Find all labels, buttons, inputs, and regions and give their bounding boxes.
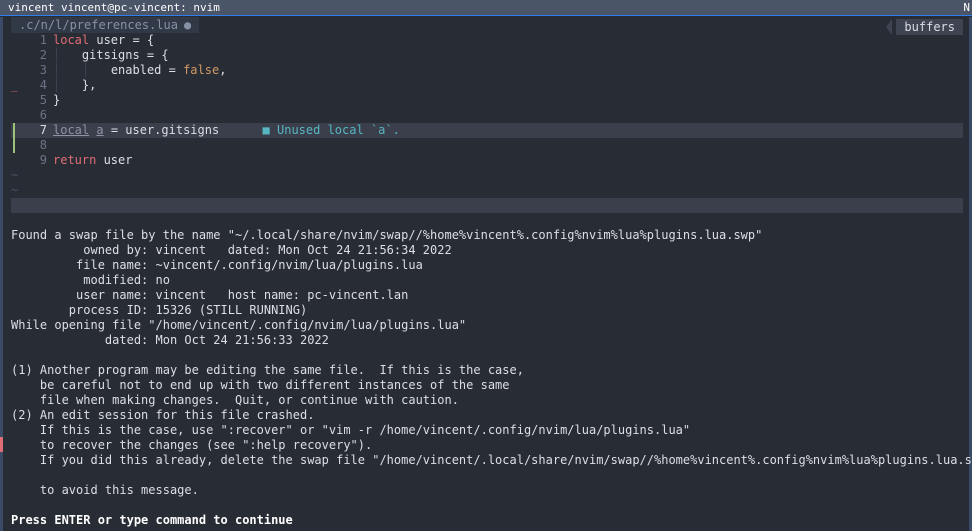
code-text: │ }, [53, 78, 97, 92]
message-line: (2) An edit session for this file crashe… [11, 408, 315, 422]
window-title-right-mark: N [963, 1, 970, 14]
statusline [11, 198, 963, 213]
message-line [11, 498, 966, 513]
tab-separator-icon [191, 17, 197, 33]
git-added-sign-icon [13, 138, 23, 153]
code-text: } [53, 93, 61, 107]
code-line[interactable]: 9 return user [11, 153, 963, 168]
line-number: 7 [39, 123, 47, 137]
git-added-sign-icon [13, 123, 23, 138]
message-line: modified: no [11, 273, 170, 287]
message-line: file name: ~vincent/.config/nvim/lua/plu… [11, 258, 423, 272]
message-line: to avoid this message. [11, 483, 199, 497]
code-text: │ gitsigns = { [53, 48, 169, 62]
code-line-current[interactable]: 7 local a = user.gitsigns ■ Unused local… [11, 123, 963, 138]
line-number: 9 [39, 153, 47, 167]
line-number: 2 [39, 48, 47, 62]
window-left-border [0, 17, 3, 531]
code-text: local user = { [53, 33, 155, 47]
diagnostic-message: ■ Unused local `a`. [262, 123, 400, 137]
line-number: 1 [39, 33, 47, 47]
message-line: dated: Mon Oct 24 21:56:33 2022 [11, 333, 329, 347]
message-line: to recover the changes (see ":help recov… [11, 438, 373, 452]
message-line: If you did this already, delete the swap… [11, 453, 972, 467]
code-line[interactable]: 6 [11, 108, 963, 123]
message-line [11, 348, 966, 363]
code-line[interactable]: 5 } [11, 93, 963, 108]
code-line[interactable]: 2 │ gitsigns = { [11, 48, 963, 63]
code-text: local a = user.gitsigns ■ Unused local `… [53, 123, 400, 137]
tab-file-name: .c/n/l/preferences.lua [19, 18, 178, 32]
window-titlebar: vincent vincent@pc-vincent: nvim N [0, 0, 972, 16]
tabline: .c/n/l/preferences.lua ● buffers [11, 17, 963, 35]
line-number: 5 [39, 93, 47, 107]
window-title: vincent vincent@pc-vincent: nvim [8, 1, 220, 14]
message-line: be careful not to end up with two differ… [11, 378, 510, 392]
empty-line-tilde: ~ [11, 168, 963, 183]
tab-current-file[interactable]: .c/n/l/preferences.lua ● [11, 17, 200, 33]
line-number: 6 [39, 108, 47, 122]
message-line: While opening file "/home/vincent/.confi… [11, 318, 467, 332]
code-line[interactable]: _ 4 │ }, [11, 78, 963, 93]
code-text: │ │ enabled = false, [53, 63, 227, 77]
message-line: file when making changes. Quit, or conti… [11, 393, 459, 407]
message-line [11, 468, 966, 483]
continue-prompt[interactable]: Press ENTER or type command to continue [11, 513, 966, 528]
line-number: 3 [39, 63, 47, 77]
git-changed-sign-icon: _ [11, 79, 18, 92]
error-marker-icon [0, 437, 3, 452]
message-line: user name: vincent host name: pc-vincent… [11, 288, 409, 302]
editor-buffer[interactable]: 1 local user = { 2 │ gitsigns = { 3 │ │ … [11, 33, 963, 198]
empty-line-tilde: ~ [11, 183, 963, 198]
message-line: If this is the case, use ":recover" or "… [11, 423, 691, 437]
line-number: 4 [39, 78, 47, 92]
message-line: (1) Another program may be editing the s… [11, 363, 524, 377]
code-text: return user [53, 153, 133, 167]
code-line[interactable]: 1 local user = { [11, 33, 963, 48]
code-line[interactable]: 3 │ │ enabled = false, [11, 63, 963, 78]
message-line: process ID: 15326 (STILL RUNNING) [11, 303, 308, 317]
code-line[interactable]: 8 [11, 138, 963, 153]
line-number: 8 [39, 138, 47, 152]
swap-file-message: Found a swap file by the name "~/.local/… [11, 228, 972, 528]
message-line: Found a swap file by the name "~/.local/… [11, 228, 763, 242]
message-line: owned by: vincent dated: Mon Oct 24 21:5… [11, 243, 452, 257]
